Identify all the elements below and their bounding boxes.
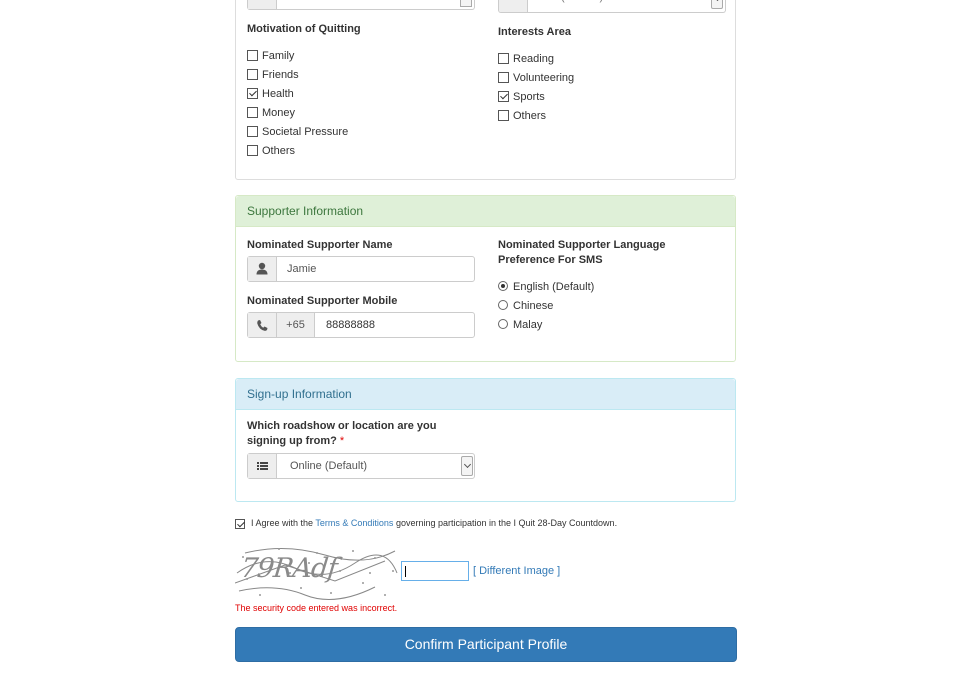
country-code: +65 <box>277 313 315 337</box>
checkbox-label: Money <box>262 107 296 119</box>
checkbox[interactable] <box>498 91 509 102</box>
chevron-down-icon[interactable] <box>461 456 473 476</box>
interests-label: Interests Area <box>498 26 571 38</box>
radio-label: Chinese <box>513 300 554 312</box>
signup-panel-title: Sign-up Information <box>236 379 735 410</box>
chevron-down-icon <box>711 0 723 9</box>
checkbox-label: Sports <box>513 91 545 103</box>
captcha-error: The security code entered was incorrect. <box>235 603 398 613</box>
radio-label: Malay <box>513 319 543 331</box>
checkbox[interactable] <box>498 72 509 83</box>
supporter-name-input[interactable]: Jamie <box>287 257 316 281</box>
supporter-name-label: Nominated Supporter Name <box>247 239 393 251</box>
required-mark: * <box>339 435 345 447</box>
list-icon <box>248 0 277 9</box>
confirm-profile-button[interactable]: Confirm Participant Profile <box>235 627 737 662</box>
text-cursor <box>405 566 406 577</box>
checkbox-label: Reading <box>513 53 554 65</box>
checkbox-label: Volunteering <box>513 72 575 84</box>
smoker-select-value: Yes (Default) <box>540 0 603 9</box>
agreement-text: I Agree with the Terms & Conditions gove… <box>251 518 617 529</box>
smoker-select[interactable]: Yes (Default) <box>498 0 726 13</box>
phone-icon <box>248 313 277 337</box>
supporter-mobile-field[interactable]: +65 88888888 <box>247 312 475 338</box>
checkbox[interactable] <box>247 88 258 99</box>
signup-panel: Sign-up Information Which roadshow or lo… <box>235 378 736 502</box>
checkbox[interactable] <box>498 53 509 64</box>
different-image-link[interactable]: [ Different Image ] <box>473 565 560 577</box>
user-icon <box>248 257 277 281</box>
radio-button[interactable] <box>498 300 508 310</box>
location-select-value: Online (Default) <box>290 460 368 472</box>
list-icon <box>248 454 277 478</box>
partial-select-left[interactable] <box>247 0 475 10</box>
list-icon <box>499 0 528 12</box>
supporter-panel-title: Supporter Information <box>236 196 735 227</box>
checkbox[interactable] <box>247 145 258 156</box>
captcha-input[interactable] <box>401 561 469 581</box>
terms-link[interactable]: Terms & Conditions <box>315 518 393 528</box>
supporter-mobile-input[interactable]: 88888888 <box>326 313 375 337</box>
checkbox[interactable] <box>247 107 258 118</box>
checkbox[interactable] <box>247 50 258 61</box>
location-label: Which roadshow or location are you signi… <box>247 419 452 449</box>
checkbox[interactable] <box>498 110 509 121</box>
partial-select-left-scroll[interactable] <box>460 0 472 7</box>
supporter-panel: Supporter Information Nominated Supporte… <box>235 195 736 362</box>
checkbox-label: Others <box>513 110 547 122</box>
checkbox-label: Societal Pressure <box>262 126 349 138</box>
agreement-suffix: governing participation in the I Quit 28… <box>395 518 618 528</box>
radio-button[interactable] <box>498 281 508 291</box>
checkbox-label: Health <box>262 88 294 100</box>
language-label: Nominated Supporter Language Preference … <box>498 239 666 266</box>
agreement-prefix: I Agree with the <box>251 518 314 528</box>
checkbox-label: Family <box>262 50 295 62</box>
location-select[interactable]: Online (Default) <box>247 453 475 479</box>
supporter-name-field[interactable]: Jamie <box>247 256 475 282</box>
supporter-mobile-label: Nominated Supporter Mobile <box>247 295 398 307</box>
captcha-image: 79RAdf <box>235 543 399 601</box>
radio-button[interactable] <box>498 319 508 329</box>
agreement-checkbox[interactable] <box>235 519 245 529</box>
motivation-label: Motivation of Quitting <box>247 23 361 35</box>
captcha-text: 79RAdf <box>239 553 339 584</box>
checkbox[interactable] <box>247 126 258 137</box>
checkbox[interactable] <box>247 69 258 80</box>
checkbox-label: Others <box>262 145 296 157</box>
checkbox-label: Friends <box>262 69 299 81</box>
preferences-panel: Yes (Default) Motivation of Quitting Fam… <box>235 0 736 180</box>
agreement-row: I Agree with the Terms & Conditions gove… <box>235 518 835 532</box>
radio-label: English (Default) <box>513 281 595 293</box>
